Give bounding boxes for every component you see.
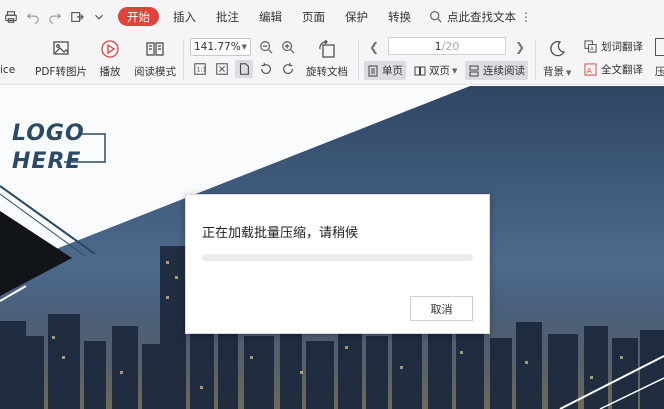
menu-bar: 开始 插入 批注 编辑 页面 保护 转换 点此查找文本 ⋮ [0,0,664,33]
rotate-document-icon [319,39,335,58]
single-page-button[interactable]: 单页 [364,61,406,80]
print-icon[interactable] [0,6,22,28]
cancel-button[interactable]: 取消 [410,296,473,321]
continuous-reading-icon [469,65,479,76]
translate-icon: A [584,40,597,53]
moon-icon [550,41,566,57]
dialog-message: 正在加载批量压缩，请稍候 [202,226,359,241]
word-translate-button[interactable]: A 划词翻译 [584,39,643,54]
compress-icon[interactable] [655,38,664,56]
word-translate-label: 划词翻译 [601,41,643,53]
search-icon [430,11,442,23]
quick-access-dropdown-icon[interactable] [88,6,110,28]
play-button[interactable]: 播放 [97,37,123,79]
svg-text:A: A [590,47,594,53]
tab-edit[interactable]: 编辑 [249,0,292,33]
reading-mode-button[interactable]: 阅读模式 [134,37,176,79]
pdf-to-image-button[interactable]: PDF转图片 [35,37,87,79]
page-current: 1 [434,39,442,53]
rotate-document-button[interactable]: 旋转文档 [306,37,348,79]
pdf-to-image-label: PDF转图片 [35,66,87,78]
quick-access-toolbar [0,0,110,33]
double-page-button[interactable]: 双页 ▼ [411,61,460,80]
tab-convert[interactable]: 转换 [378,0,421,33]
next-page-icon[interactable]: ❯ [515,40,525,54]
single-page-label: 单页 [382,65,403,77]
single-page-icon [368,65,378,76]
play-label: 播放 [99,66,121,78]
page-number-input[interactable]: 1/20 [388,37,506,55]
export-icon[interactable] [66,6,88,28]
svg-text:1:1: 1:1 [197,67,207,74]
find-text-label: 点此查找文本 [447,9,516,24]
previous-page-icon[interactable]: ❮ [369,40,379,54]
play-icon [101,40,119,58]
rotate-right-icon[interactable] [279,60,297,78]
fit-width-icon[interactable] [235,60,253,78]
cut-off-label: ice [0,64,16,76]
chevron-down-icon: ▼ [452,66,458,75]
separator [183,39,184,79]
double-page-icon [414,66,426,75]
tab-home[interactable]: 开始 [118,7,159,26]
find-text-button[interactable]: 点此查找文本 [429,9,516,25]
reading-mode-label: 阅读模式 [134,66,176,78]
continuous-reading-label: 连续阅读 [483,65,525,77]
separator [535,39,536,79]
page-total: /20 [441,39,460,53]
continuous-reading-button[interactable]: 连续阅读 [465,61,528,80]
tab-insert[interactable]: 插入 [163,0,206,33]
logo-line-1: LOGO [12,121,85,146]
image-icon [53,41,69,55]
ribbon-toolbar: ice PDF转图片 播放 阅读模式 141.77% ▼ 1:1 旋转文档 ❮ … [0,33,664,85]
full-translate-icon: A [584,63,597,76]
undo-icon[interactable] [22,6,44,28]
redo-icon[interactable] [44,6,66,28]
more-options-icon[interactable]: ⋮ [520,10,532,24]
background-label: 背景 ▼ [543,66,572,78]
chevron-down-icon: ▼ [241,43,247,51]
logo-text: LOGO HERE [12,120,85,176]
compress-label: 压 [655,66,664,78]
tab-page[interactable]: 页面 [292,0,335,33]
zoom-in-icon[interactable] [279,38,297,56]
book-icon [146,42,164,56]
rotate-document-label: 旋转文档 [306,66,348,78]
rotate-left-icon[interactable] [257,60,275,78]
tab-protect[interactable]: 保护 [335,0,378,33]
actual-size-icon[interactable]: 1:1 [191,60,209,78]
tab-comment[interactable]: 批注 [206,0,249,33]
progress-bar [202,254,473,261]
fit-page-icon[interactable] [213,60,231,78]
double-page-label: 双页 [429,65,450,77]
loading-dialog: 正在加载批量压缩，请稍候 取消 [185,194,490,334]
full-translate-label: 全文翻译 [601,64,643,76]
zoom-value: 141.77% [194,41,241,53]
background-button[interactable]: 背景 ▼ [543,37,571,79]
zoom-out-icon[interactable] [257,38,275,56]
separator [358,39,359,79]
full-translate-button[interactable]: A 全文翻译 [584,62,643,77]
logo-line-2: HERE [12,149,82,174]
svg-text:A: A [587,66,592,75]
zoom-select[interactable]: 141.77% ▼ [190,38,251,56]
